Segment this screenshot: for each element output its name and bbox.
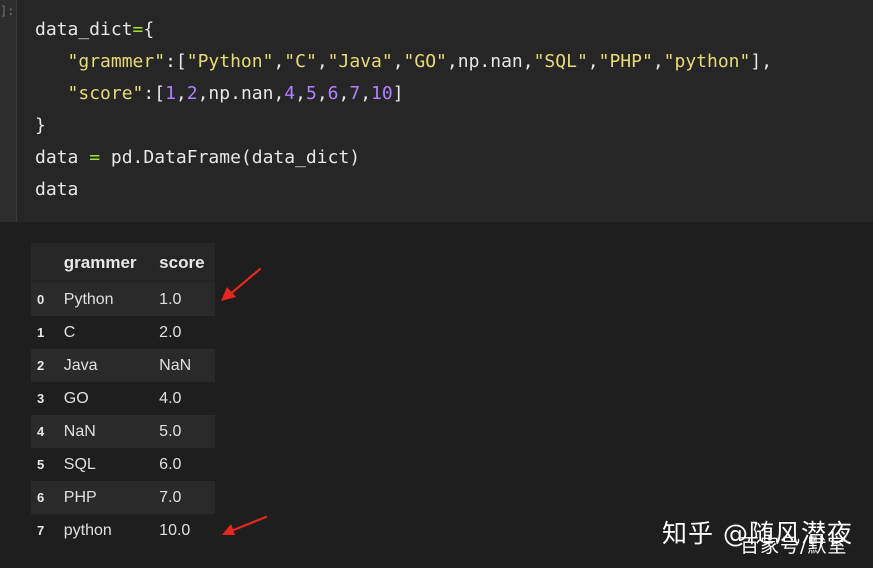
code-line: "score":[1,2,np.nan,4,5,6,7,10] bbox=[35, 78, 772, 110]
code-token: pd.DataFrame(data_dict) bbox=[100, 147, 361, 168]
code-token: "SQL" bbox=[533, 51, 588, 72]
code-token: { bbox=[143, 19, 155, 40]
code-token: "Java" bbox=[327, 51, 393, 72]
index-header bbox=[31, 243, 64, 283]
code-token: "grammer" bbox=[67, 51, 166, 72]
code-token: 1 bbox=[165, 83, 176, 104]
row-index: 5 bbox=[37, 457, 45, 472]
code-token: "GO" bbox=[403, 51, 447, 72]
code-token: , bbox=[316, 83, 328, 104]
table-row: 2 Java NaN bbox=[31, 349, 215, 382]
code-line: data bbox=[35, 174, 772, 206]
row-index: 6 bbox=[37, 490, 45, 505]
cell-score: 5.0 bbox=[159, 422, 182, 440]
code-token: 7 bbox=[349, 83, 361, 104]
code-token: = bbox=[89, 147, 101, 168]
code-token: data bbox=[35, 147, 90, 168]
code-token: ], bbox=[750, 51, 773, 72]
cell-grammer: python bbox=[63, 521, 112, 539]
code-token: 2 bbox=[186, 83, 198, 104]
cell-score: 1.0 bbox=[159, 290, 182, 308]
table-header-row: grammer score bbox=[31, 243, 215, 283]
red-arrow-icon-row-7 bbox=[222, 515, 268, 535]
row-index: 4 bbox=[37, 424, 45, 439]
code-token: , bbox=[587, 51, 599, 72]
code-editor[interactable]: data_dict={ "grammer":["Python","C","Jav… bbox=[35, 14, 772, 206]
row-index: 1 bbox=[37, 325, 45, 340]
cell-score: 10.0 bbox=[159, 521, 191, 539]
code-token: "PHP" bbox=[598, 51, 653, 72]
code-token: , bbox=[392, 51, 404, 72]
row-index: 0 bbox=[37, 292, 45, 307]
code-token: 4 bbox=[284, 83, 296, 104]
code-token: , bbox=[360, 83, 372, 104]
code-token: 10 bbox=[371, 83, 393, 104]
table-row: 1 C 2.0 bbox=[31, 316, 215, 349]
cell-grammer: GO bbox=[63, 389, 89, 407]
cell-prompt-gutter: ]: bbox=[0, 0, 17, 222]
code-token: "python" bbox=[663, 51, 751, 72]
watermark-baijiahao: 百家号/默室 bbox=[740, 535, 848, 557]
column-header-grammer: grammer bbox=[63, 253, 137, 272]
cell-score: NaN bbox=[159, 356, 192, 374]
code-token: "Python" bbox=[186, 51, 274, 72]
code-line: data = pd.DataFrame(data_dict) bbox=[35, 142, 772, 174]
cell-grammer: C bbox=[63, 323, 76, 341]
cell-grammer: PHP bbox=[63, 488, 97, 506]
code-token: 5 bbox=[305, 83, 317, 104]
code-token: , bbox=[316, 51, 328, 72]
cell-grammer: SQL bbox=[63, 455, 96, 473]
code-token: = bbox=[132, 19, 144, 40]
row-index: 7 bbox=[37, 523, 45, 538]
cell-score: 2.0 bbox=[159, 323, 182, 341]
code-token: :[ bbox=[165, 51, 187, 72]
table-row: 5 SQL 6.0 bbox=[31, 448, 215, 481]
code-token: "score" bbox=[67, 83, 144, 104]
code-token: , bbox=[273, 51, 285, 72]
code-token: , bbox=[175, 83, 187, 104]
cell-grammer: Java bbox=[63, 356, 98, 374]
cell-prompt-label: ]: bbox=[0, 4, 15, 18]
table-row: 6 PHP 7.0 bbox=[31, 481, 215, 514]
code-token: ] bbox=[392, 83, 404, 104]
code-token: , bbox=[652, 51, 664, 72]
code-token: , bbox=[338, 83, 350, 104]
code-token: , bbox=[295, 83, 306, 104]
cell-score: 4.0 bbox=[159, 389, 182, 407]
row-index: 2 bbox=[37, 358, 45, 373]
code-token: } bbox=[35, 115, 46, 136]
code-token: "C" bbox=[284, 51, 317, 72]
code-token: 6 bbox=[327, 83, 339, 104]
code-token: ,np.nan, bbox=[446, 51, 534, 72]
dataframe-table: grammer score 0 Python 1.0 1 C 2.0 2 Java NaN 3 GO… bbox=[31, 243, 215, 547]
cell-output: grammer score 0 Python 1.0 1 C 2.0 2 Java NaN 3 GO… bbox=[31, 243, 215, 547]
code-token: :[ bbox=[143, 83, 166, 104]
cell-grammer: Python bbox=[63, 290, 114, 308]
cell-score: 7.0 bbox=[159, 488, 182, 506]
table-row: 0 Python 1.0 bbox=[31, 283, 215, 316]
cell-score: 6.0 bbox=[159, 455, 182, 473]
code-line: data_dict={ bbox=[35, 14, 772, 46]
code-token: ,np.nan, bbox=[197, 83, 285, 104]
code-line: } bbox=[35, 110, 772, 142]
red-arrow-icon-row-0 bbox=[221, 267, 262, 301]
code-line: "grammer":["Python","C","Java","GO",np.n… bbox=[35, 46, 773, 78]
table-row: 3 GO 4.0 bbox=[31, 382, 215, 415]
code-cell[interactable]: ]: data_dict={ "grammer":["Python","C","… bbox=[0, 0, 873, 222]
column-header-score: score bbox=[159, 253, 205, 272]
code-token: data bbox=[35, 179, 79, 200]
row-index: 3 bbox=[37, 391, 45, 406]
code-token: data_dict bbox=[35, 19, 133, 40]
table-row: 4 NaN 5.0 bbox=[31, 415, 215, 448]
table-row: 7 python 10.0 bbox=[31, 514, 215, 547]
cell-grammer: NaN bbox=[63, 422, 96, 440]
